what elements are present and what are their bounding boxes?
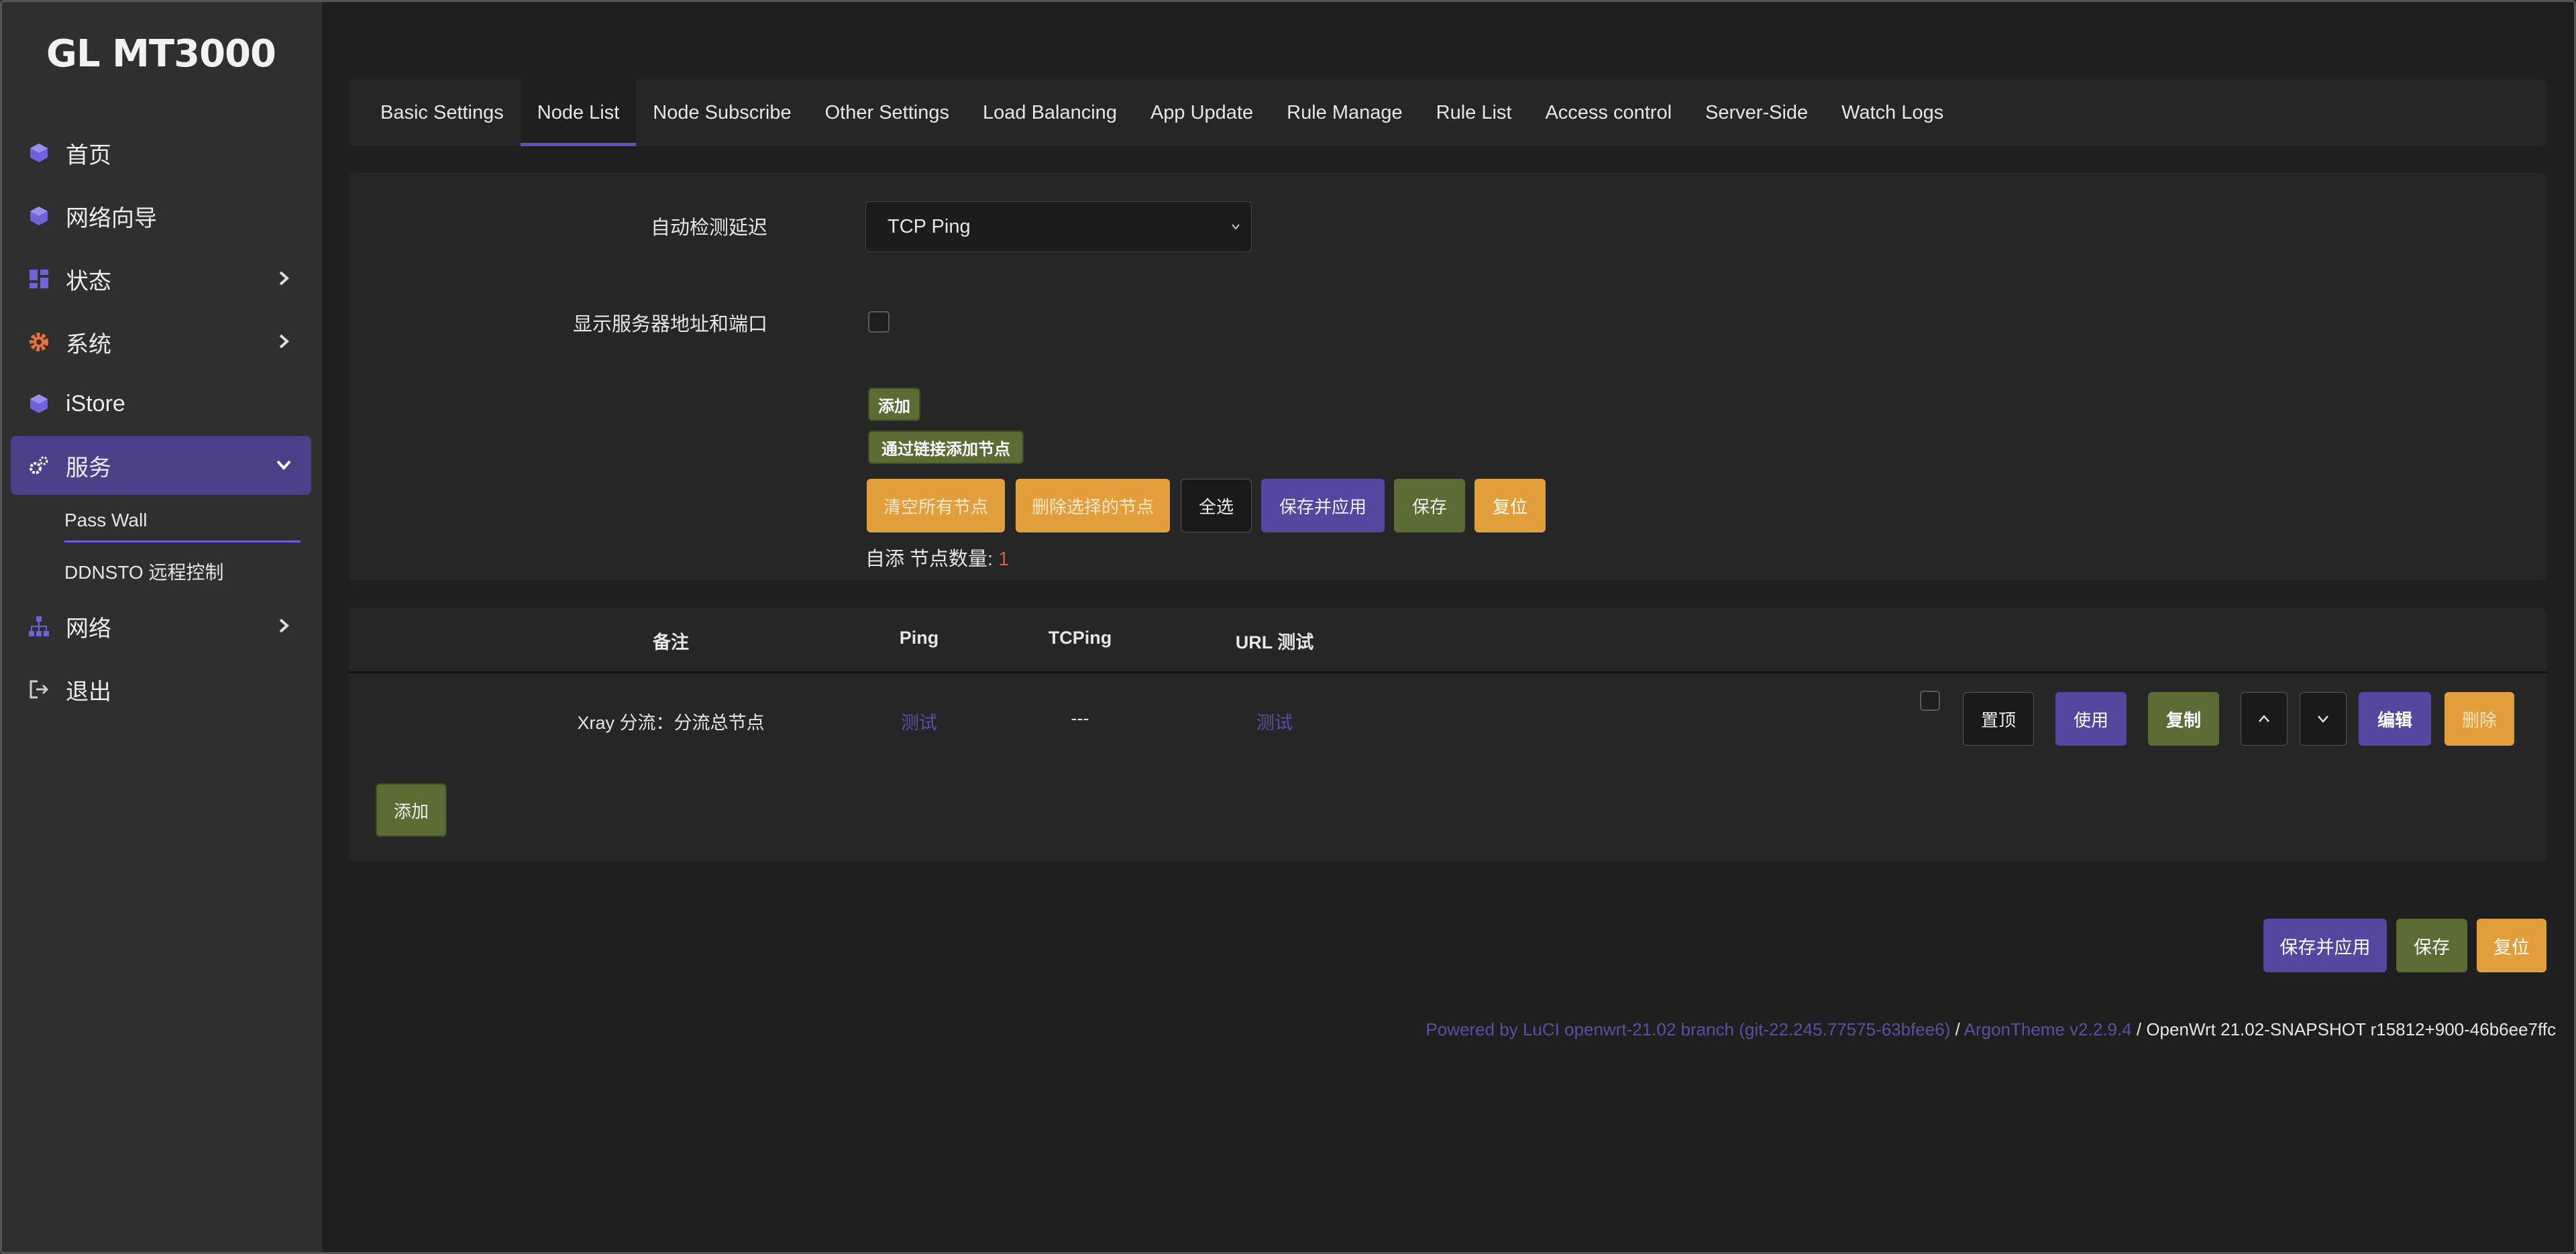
sidebar-item-label: 服务: [66, 455, 111, 481]
active-indicator: [64, 540, 301, 543]
sidebar-item-label: 退出: [66, 679, 111, 705]
sidebar-item-istore[interactable]: iStore: [11, 374, 311, 433]
tab-rule-list[interactable]: Rule List: [1419, 79, 1529, 146]
footer-separator: /: [2131, 1019, 2147, 1039]
move-down-button[interactable]: [2300, 692, 2347, 746]
auto-detect-select[interactable]: TCP Ping: [865, 201, 1252, 252]
logout-icon: [27, 677, 51, 701]
luci-link[interactable]: Powered by LuCI openwrt-21.02 branch (gi…: [1426, 1019, 1950, 1039]
footer-reset-button[interactable]: 复位: [2477, 919, 2546, 972]
clear-all-nodes-button[interactable]: 清空所有节点: [867, 479, 1005, 532]
sidebar-item-system[interactable]: 系统: [11, 312, 311, 372]
header-remark: 备注: [653, 632, 689, 652]
chevron-down-icon: [2318, 716, 2328, 723]
row-select-checkbox[interactable]: [1920, 691, 1940, 711]
url-test-link[interactable]: 测试: [1201, 708, 1348, 734]
add-by-link-button[interactable]: 通过链接添加节点: [868, 431, 1024, 464]
tab-bar: Basic Settings Node List Node Subscribe …: [349, 79, 2546, 146]
show-address-label: 显示服务器地址和端口: [572, 314, 767, 335]
dashboard-icon: [27, 267, 51, 291]
brand-logo: GL MT3000: [46, 32, 276, 76]
chevron-right-icon: [279, 618, 289, 633]
move-up-button[interactable]: [2241, 692, 2288, 746]
row-tcping: ---: [1071, 708, 1089, 728]
footer-separator: /: [1950, 1019, 1964, 1039]
chevron-right-icon: [279, 334, 289, 349]
table-add-button[interactable]: 添加: [376, 783, 447, 837]
pin-top-button[interactable]: 置顶: [1963, 692, 2034, 746]
openwrt-version: OpenWrt 21.02-SNAPSHOT r15812+900-46b6ee…: [2146, 1019, 2556, 1039]
sidebar-item-wizard[interactable]: 网络向导: [11, 186, 311, 245]
header-tcping: TCPing: [1048, 628, 1112, 648]
cube-icon: [27, 392, 51, 416]
reset-button[interactable]: 复位: [1474, 479, 1546, 532]
node-table: 备注 Ping TCPing URL 测试 Xray 分流：分流总节点 测试 -…: [349, 608, 2546, 861]
node-count-label: 自添 节点数量:: [865, 549, 999, 570]
ping-test-link[interactable]: 测试: [872, 708, 966, 734]
sidebar-item-status[interactable]: 状态: [11, 249, 311, 308]
row-remark: Xray 分流：分流总节点: [577, 713, 765, 733]
save-apply-button[interactable]: 保存并应用: [1261, 479, 1385, 532]
tab-node-list[interactable]: Node List: [520, 79, 637, 146]
footer-powered-by: Powered by LuCI openwrt-21.02 branch (gi…: [1426, 1019, 2556, 1040]
sidebar-item-label: 网络: [66, 616, 111, 642]
add-button[interactable]: 添加: [868, 388, 920, 421]
footer-save-button[interactable]: 保存: [2396, 919, 2467, 972]
copy-button[interactable]: 复制: [2148, 692, 2219, 746]
node-count-value: 1: [998, 549, 1010, 570]
chevron-up-icon: [2259, 715, 2269, 722]
sidebar-item-label: 网络向导: [66, 205, 157, 231]
sidebar-item-label: 首页: [66, 142, 111, 168]
footer-save-apply-button[interactable]: 保存并应用: [2263, 919, 2387, 972]
use-button[interactable]: 使用: [2055, 692, 2127, 746]
main-content: Basic Settings Node List Node Subscribe …: [322, 0, 2576, 1254]
sidebar-item-services[interactable]: 服务: [11, 436, 311, 495]
delete-button[interactable]: 删除: [2445, 692, 2514, 746]
argon-theme-link[interactable]: ArgonTheme v2.2.9.4: [1964, 1019, 2132, 1039]
tab-app-update[interactable]: App Update: [1134, 79, 1270, 146]
sidebar-item-label: 状态: [66, 268, 111, 294]
chevron-down-icon: [276, 460, 291, 470]
auto-detect-label: 自动检测延迟: [650, 217, 767, 239]
header-ping: Ping: [899, 628, 939, 648]
sidebar-subitem-ddnsto[interactable]: DDNSTO 远程控制: [64, 558, 224, 585]
tab-access-control[interactable]: Access control: [1528, 79, 1688, 146]
auto-detect-value: TCP Ping: [888, 215, 971, 237]
tab-watch-logs[interactable]: Watch Logs: [1825, 79, 1960, 146]
show-address-checkbox[interactable]: [868, 311, 890, 333]
save-button[interactable]: 保存: [1394, 479, 1465, 532]
tab-server-side[interactable]: Server-Side: [1688, 79, 1825, 146]
header-url-test: URL 测试: [1235, 632, 1314, 652]
sitemap-icon: [27, 614, 51, 638]
gears-icon: [27, 453, 51, 477]
settings-card: 自动检测延迟 TCP Ping 显示服务器地址和端口 添加 通过链接添加节点 清…: [349, 173, 2546, 581]
tab-rule-manage[interactable]: Rule Manage: [1270, 79, 1419, 146]
sidebar-item-label: iStore: [66, 390, 125, 416]
chevron-down-icon: [1232, 224, 1240, 230]
chevron-right-icon: [279, 271, 289, 286]
tab-basic-settings[interactable]: Basic Settings: [364, 79, 521, 146]
delete-selected-nodes-button[interactable]: 删除选择的节点: [1016, 479, 1170, 532]
edit-button[interactable]: 编辑: [2359, 692, 2431, 746]
cube-icon: [27, 204, 51, 228]
table-header: 备注 Ping TCPing URL 测试: [349, 608, 2546, 673]
gear-icon: [27, 330, 51, 354]
cube-icon: [27, 141, 51, 165]
node-count: 自添 节点数量: 1: [865, 543, 1009, 571]
sidebar-item-home[interactable]: 首页: [11, 123, 311, 182]
select-all-button[interactable]: 全选: [1181, 479, 1252, 532]
tab-node-subscribe[interactable]: Node Subscribe: [636, 79, 808, 146]
tab-load-balancing[interactable]: Load Balancing: [966, 79, 1134, 146]
sidebar: GL MT3000 首页 网络向导 状态 系统 iStore 服务 Pass W…: [0, 0, 322, 1254]
sidebar-item-label: 系统: [66, 331, 111, 357]
tab-other-settings[interactable]: Other Settings: [808, 79, 966, 146]
sidebar-subitem-passwall[interactable]: Pass Wall: [64, 510, 147, 531]
sidebar-item-network[interactable]: 网络: [11, 597, 311, 656]
sidebar-item-logout[interactable]: 退出: [11, 660, 311, 719]
